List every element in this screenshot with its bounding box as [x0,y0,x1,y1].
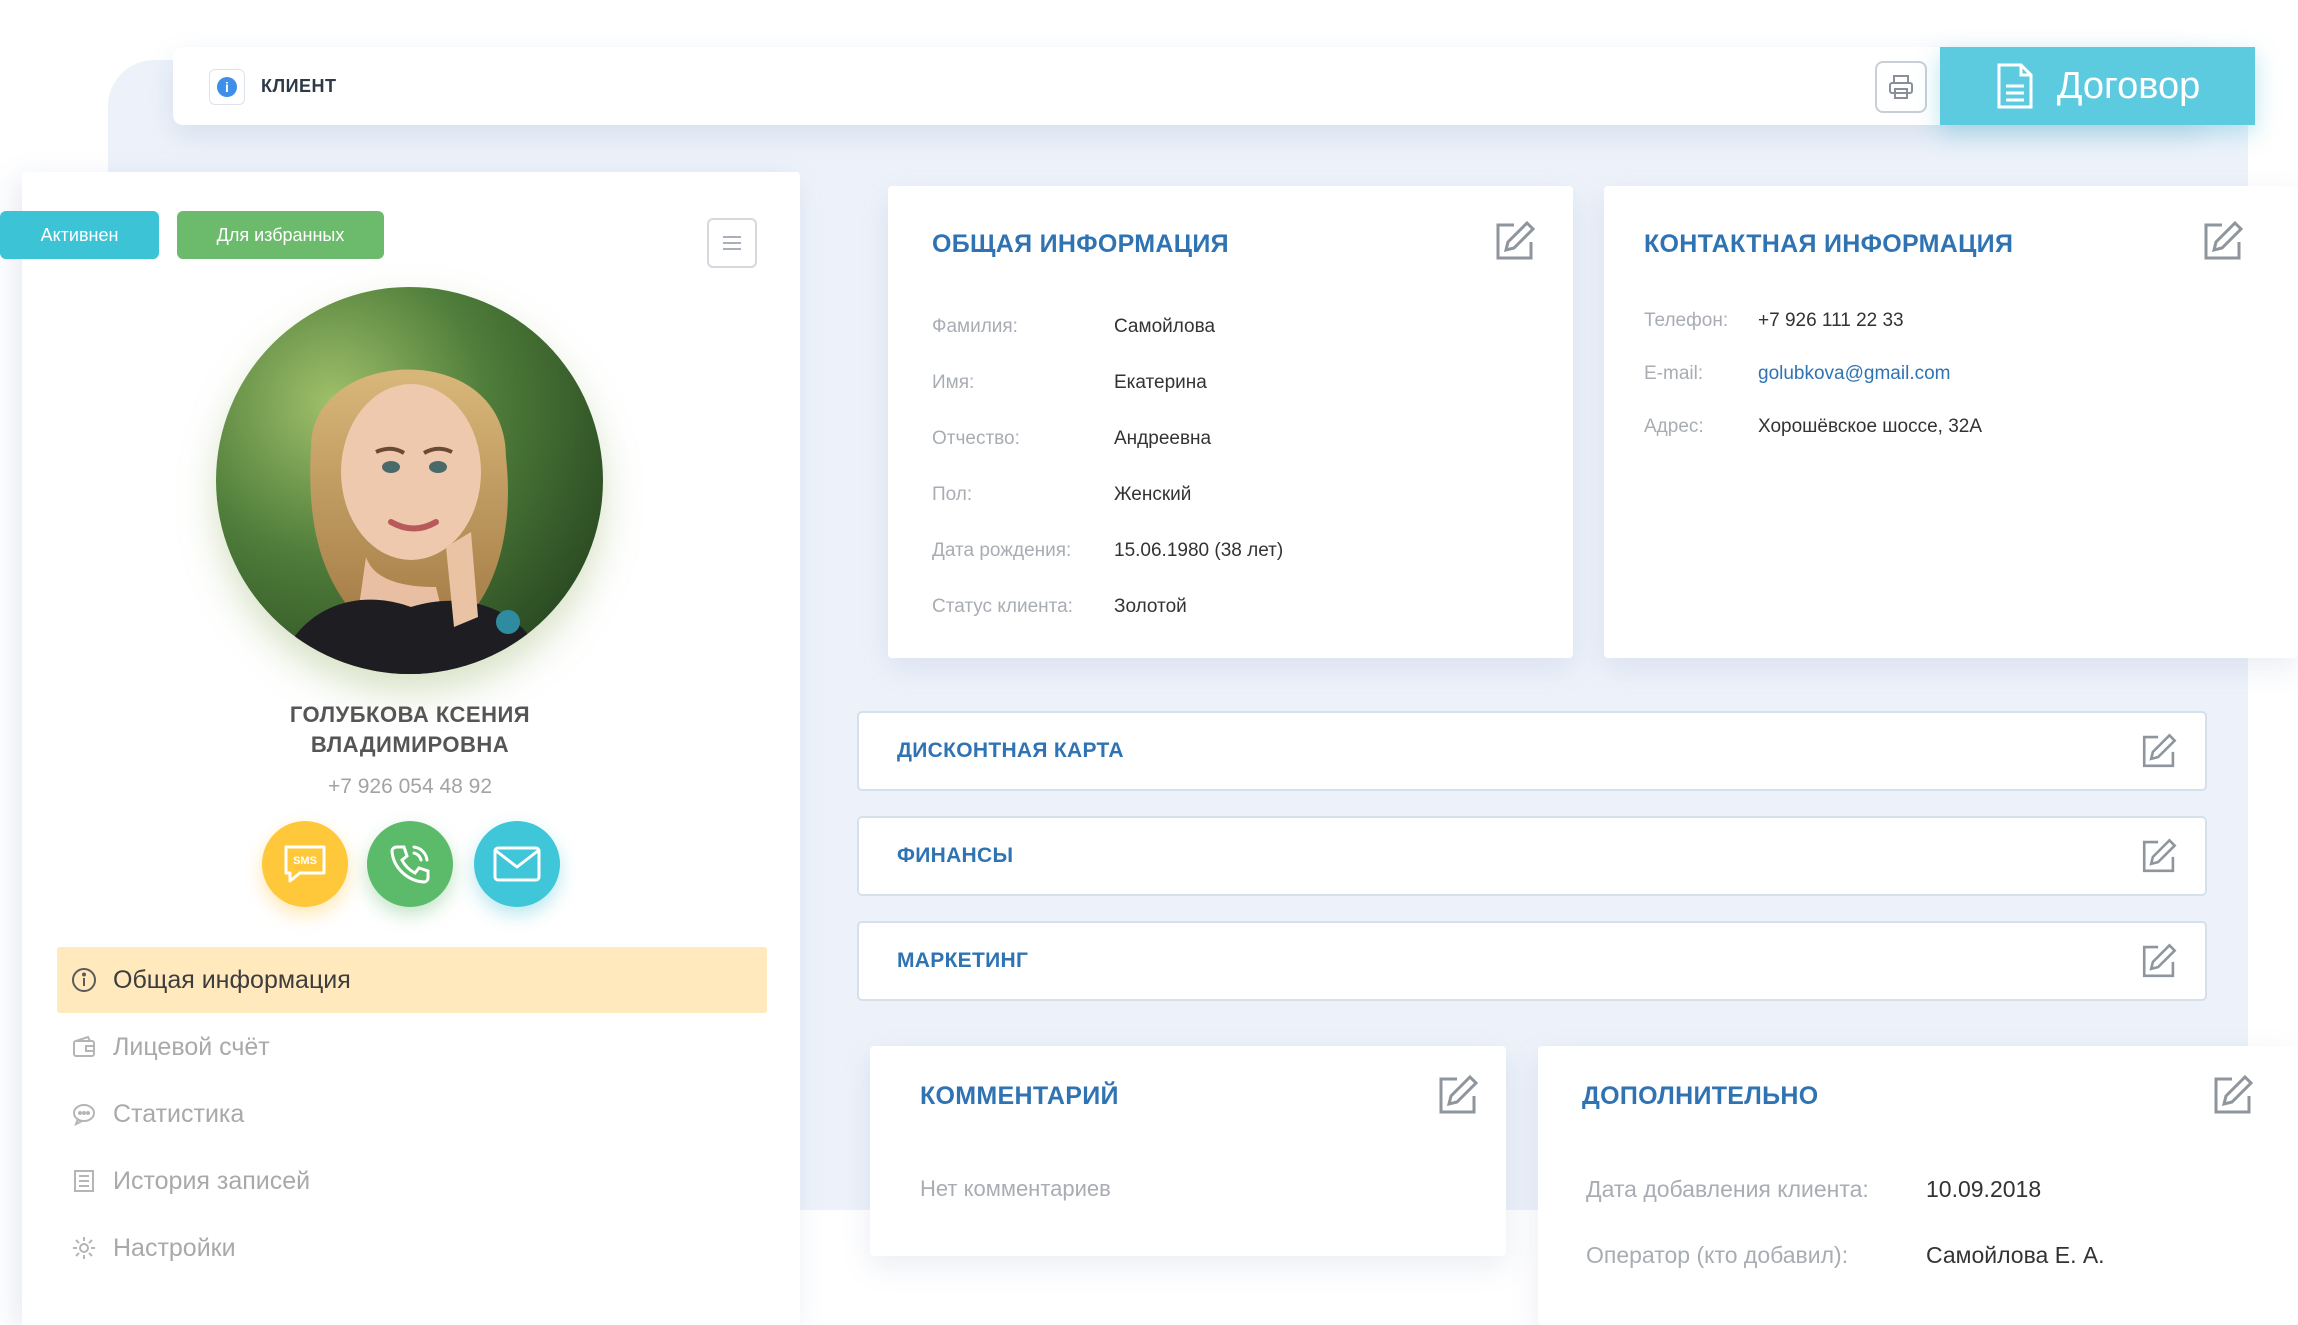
avatar-photo [216,287,603,674]
comment-title: КОММЕНТАРИЙ [920,1082,1119,1110]
info-icon: i [217,77,237,97]
field-value: Самойлова [1114,316,1216,337]
edit-icon[interactable] [1492,218,1538,264]
field-value: 10.09.2018 [1926,1176,2042,1202]
general-fields: Фамилия: Самойлова Имя: Екатерина Отчество… [932,299,1283,635]
gear-icon [73,1237,95,1259]
section-finance[interactable]: ФИНАНСЫ [857,816,2207,896]
contact-info-title: КОНТАКТНАЯ ИНФОРМАЦИЯ [1644,230,2014,258]
print-button[interactable] [1875,61,1927,113]
edit-icon[interactable] [2139,731,2179,771]
field-row: Телефон: +7 926 111 22 33 [1644,294,1982,347]
field-row: Адрес: Хорошёвское шоссе, 32А [1644,400,1982,453]
comment-card: КОММЕНТАРИЙ Нет комментариев [870,1046,1506,1256]
field-row: Статус клиента: Золотой [932,579,1283,635]
client-name-line2: ВЛАДИМИРОВНА [310,732,510,757]
field-row: Пол: Женский [932,467,1283,523]
email-button[interactable] [474,821,560,907]
field-row: Отчество: Андреевна [932,411,1283,467]
client-name-line1: ГОЛУБКОВА КСЕНИЯ [289,702,531,727]
section-finance-title: ФИНАНСЫ [897,844,1014,867]
edit-icon[interactable] [2200,218,2246,264]
nav-item-label: Статистика [113,1099,245,1128]
list-icon [74,1170,94,1192]
field-label: Фамилия: [932,316,1018,337]
nav-item-account[interactable]: Лицевой счёт [57,1014,767,1080]
contact-info-card: КОНТАКТНАЯ ИНФОРМАЦИЯ Телефон: +7 926 111… [1604,186,2298,658]
nav-item-statistics[interactable]: Статистика [57,1081,767,1147]
sms-icon: SMS [284,845,326,883]
field-row: Оператор (кто добавил): Самойлова Е. А. [1586,1222,2105,1288]
email-link[interactable]: golubkova@gmail.com [1758,347,1951,400]
status-active-button[interactable]: Активнен [0,211,159,259]
section-marketing-title: МАРКЕТИНГ [897,949,1029,972]
avatar [216,287,603,674]
edit-icon[interactable] [2139,941,2179,981]
page-title: КЛИЕНТ [261,76,337,96]
call-button[interactable] [367,821,453,907]
document-icon [1997,63,2033,109]
info-icon [72,968,96,992]
edit-icon[interactable] [1435,1072,1481,1118]
contract-button[interactable]: Договор [1940,47,2255,125]
field-value: +7 926 111 22 33 [1758,310,1904,331]
field-label: Имя: [932,372,975,393]
top-bar: i КЛИЕНТ [173,47,2203,125]
edit-icon[interactable] [2139,836,2179,876]
nav-item-settings[interactable]: Настройки [57,1215,767,1281]
contract-label: Договор [2056,64,2201,107]
extra-fields: Дата добавления клиента: 10.09.2018 Опера… [1586,1156,2105,1288]
field-row: Имя: Екатерина [932,355,1283,411]
info-badge: i [209,69,245,105]
profile-menu-button[interactable] [707,218,757,268]
nav-item-history[interactable]: История записей [57,1148,767,1214]
field-value: Андреевна [1114,428,1212,449]
general-info-title: ОБЩАЯ ИНФОРМАЦИЯ [932,230,1229,258]
wallet-icon [73,1035,95,1057]
phone-icon [390,845,430,884]
section-discount-title: ДИСКОНТНАЯ КАРТА [897,739,1124,762]
field-label: Дата рождения: [932,540,1072,561]
comment-empty-text: Нет комментариев [920,1176,1111,1201]
field-row: Фамилия: Самойлова [932,299,1283,355]
section-discount-card[interactable]: ДИСКОНТНАЯ КАРТА [857,711,2207,791]
field-label: E-mail: [1644,363,1704,384]
field-label: Дата добавления клиента: [1586,1176,1869,1202]
field-label: Адрес: [1644,416,1704,437]
sms-icon-label: SMS [293,855,317,867]
extra-card: ДОПОЛНИТЕЛЬНО Дата добавления клиента: 10… [1538,1046,2298,1325]
extra-title: ДОПОЛНИТЕЛЬНО [1582,1082,1819,1110]
field-label: Оператор (кто добавил): [1586,1242,1849,1268]
nav-item-label: Настройки [113,1233,236,1262]
chat-icon [73,1104,95,1127]
client-name: ГОЛУБКОВА КСЕНИЯ ВЛАДИМИРОВНА [200,700,620,760]
general-info-card: ОБЩАЯ ИНФОРМАЦИЯ Фамилия: Самойлова Имя: Е… [888,186,1573,658]
edit-icon[interactable] [2210,1072,2256,1118]
field-value: Золотой [1114,596,1187,617]
section-marketing[interactable]: МАРКЕТИНГ [857,921,2207,1001]
field-row: E-mail: golubkova@gmail.com [1644,347,1982,400]
field-row: Дата добавления клиента: 10.09.2018 [1586,1156,2105,1222]
nav-item-general[interactable]: Общая информация [57,947,767,1013]
contact-fields: Телефон: +7 926 111 22 33 E-mail: golubkov… [1644,294,1982,453]
status-favorite-button[interactable]: Для избранных [177,211,384,259]
sms-button[interactable]: SMS [262,821,348,907]
nav-item-label: Общая информация [113,965,351,994]
field-row: Дата рождения: 15.06.1980 (38 лет) [932,523,1283,579]
field-label: Пол: [932,484,973,505]
mail-icon [493,846,541,882]
field-value: 15.06.1980 (38 лет) [1114,540,1284,561]
field-value: Хорошёвское шоссе, 32А [1758,416,1983,437]
menu-icon [723,236,741,250]
nav-item-label: Лицевой счёт [113,1032,270,1061]
printer-icon [1889,75,1913,99]
field-value: Женский [1114,484,1192,505]
field-label: Отчество: [932,428,1020,449]
field-label: Статус клиента: [932,596,1073,617]
field-label: Телефон: [1644,310,1729,331]
nav-item-label: История записей [113,1166,311,1195]
field-value: Екатерина [1114,372,1207,393]
client-phone: +7 926 054 48 92 [327,775,493,798]
field-value: Самойлова Е. А. [1926,1242,2105,1268]
